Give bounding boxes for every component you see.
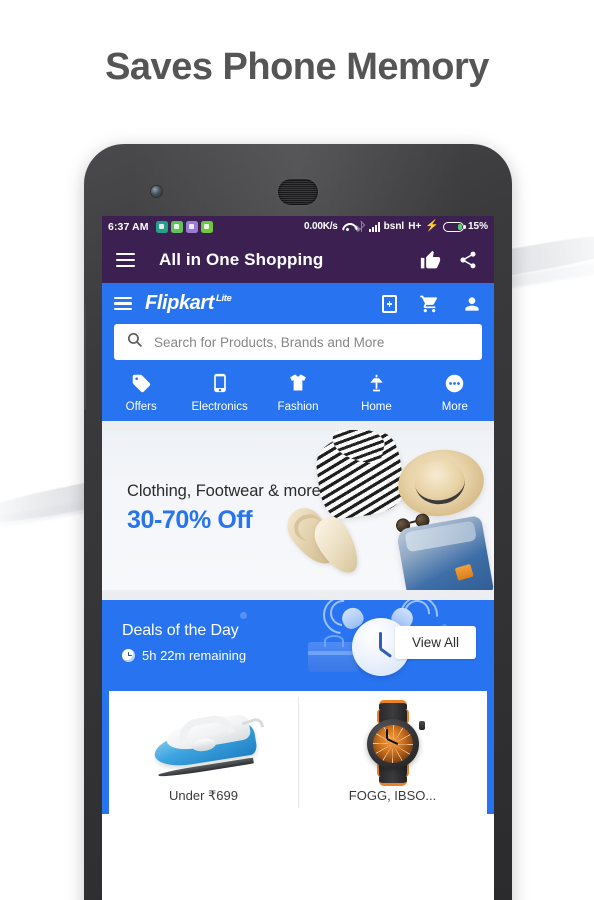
status-bar-right: 0.00K/s bsnl H+ ⚡ 15% [304, 221, 488, 232]
deals-text-block: Deals of the Day 5h 22m remaining [122, 622, 246, 663]
category-label: Home [361, 401, 392, 413]
search-input[interactable]: Search for Products, Brands and More [114, 324, 482, 360]
deals-of-the-day-banner: Deals of the Day 5h 22m remaining View A… [102, 600, 494, 684]
product-label: Under ₹699 [169, 788, 238, 803]
volume-button[interactable] [84, 304, 86, 409]
share-icon[interactable] [456, 248, 480, 272]
page-title: Saves Phone Memory [105, 46, 489, 88]
app-icon-green [170, 220, 183, 233]
banner-top-spacer [102, 421, 494, 430]
cart-icon[interactable] [419, 294, 440, 314]
category-home[interactable]: Home [337, 372, 415, 413]
jeans-image [395, 515, 494, 590]
battery-percent-label: 15% [467, 221, 488, 232]
more-dots-icon [444, 372, 465, 394]
deal-product-list-inner: Under ₹699 FOGG, IBSO... [109, 691, 487, 814]
gift-box-graphic [308, 635, 358, 672]
category-label: More [441, 401, 468, 413]
carrier-label: bsnl [383, 221, 405, 232]
search-placeholder: Search for Products, Brands and More [154, 334, 385, 350]
status-bar: 6:37 AM 0.00K/s bsnl H+ ⚡ 15% [102, 216, 494, 237]
lamp-icon [366, 372, 387, 394]
category-fashion[interactable]: Fashion [259, 372, 337, 413]
category-electronics[interactable]: Electronics [180, 372, 258, 413]
app-icon-lime [200, 220, 213, 233]
tshirt-icon [287, 372, 309, 394]
category-more[interactable]: More [416, 372, 494, 413]
product-card[interactable]: Under ₹699 [109, 691, 298, 814]
app-bar-title: All in One Shopping [159, 250, 324, 269]
product-card[interactable]: FOGG, IBSO... [298, 691, 487, 814]
mobile-phone-icon [210, 372, 230, 394]
hamburger-icon[interactable] [116, 253, 135, 267]
category-offers[interactable]: Offers [102, 372, 180, 413]
battery-icon [442, 221, 467, 232]
category-row: Offers Electronics Fashion Home More [102, 370, 494, 421]
flipkart-logo[interactable]: Flipkart Lite [145, 292, 232, 315]
data-speed-label: 0.00K/s [304, 221, 338, 232]
flipkart-bar: Flipkart Lite [102, 283, 494, 315]
deals-timer-label: 5h 22m remaining [142, 647, 247, 663]
phone-screen: 6:37 AM 0.00K/s bsnl H+ ⚡ 15% All in One… [102, 216, 494, 900]
app-icon-teal [155, 220, 168, 233]
thumbs-up-icon[interactable] [418, 248, 442, 272]
person-icon[interactable] [462, 294, 482, 314]
network-type-label: H+ [408, 221, 422, 232]
banner-product-photo [279, 430, 494, 590]
charging-bolt-icon: ⚡ [425, 220, 439, 232]
product-image-wrist-watch [298, 700, 487, 786]
front-camera-icon [151, 186, 162, 197]
deals-title: Deals of the Day [122, 621, 239, 639]
category-label: Electronics [191, 401, 248, 413]
category-label: Fashion [277, 401, 319, 413]
steam-iron-graphic [148, 712, 264, 779]
app-bar: All in One Shopping [102, 237, 494, 283]
clock-icon [122, 648, 135, 662]
flipkart-logo-text: Flipkart [145, 292, 215, 314]
banner-bottom-spacer [102, 590, 494, 600]
tag-icon [131, 372, 152, 394]
promo-banner[interactable]: Clothing, Footwear & more 30-70% Off [102, 430, 494, 590]
status-bar-notification-icons [155, 220, 213, 233]
view-all-button[interactable]: View All [394, 625, 476, 659]
search-icon [126, 331, 143, 353]
wifi-icon [342, 222, 354, 232]
earpiece-speaker [278, 179, 318, 205]
status-bar-time: 6:37 AM [108, 220, 149, 233]
app-icon-purple [185, 220, 198, 233]
product-label: FOGG, IBSO... [348, 788, 437, 803]
search-bar-container: Search for Products, Brands and More [102, 315, 494, 370]
deals-timer: 5h 22m remaining [122, 648, 246, 663]
signal-bars-icon [368, 221, 380, 232]
add-to-box-icon[interactable] [382, 294, 397, 313]
promo-screenshot: Saves Phone Memory 6:37 AM 0.00K/s bsnl … [0, 0, 594, 900]
wrist-watch-graphic [364, 700, 425, 786]
phone-mockup: 6:37 AM 0.00K/s bsnl H+ ⚡ 15% All in One… [84, 144, 512, 900]
decorative-dot [240, 612, 247, 619]
flipkart-actions [382, 294, 482, 314]
product-image-steam-iron [109, 700, 298, 786]
flipkart-logo-sup: Lite [216, 293, 232, 304]
flipkart-hamburger-icon[interactable] [114, 297, 132, 310]
deal-product-list: Under ₹699 FOGG, IBSO... [102, 684, 494, 814]
bluetooth-icon [358, 221, 365, 232]
category-label: Offers [125, 401, 157, 413]
straw-hat-image [393, 444, 489, 522]
